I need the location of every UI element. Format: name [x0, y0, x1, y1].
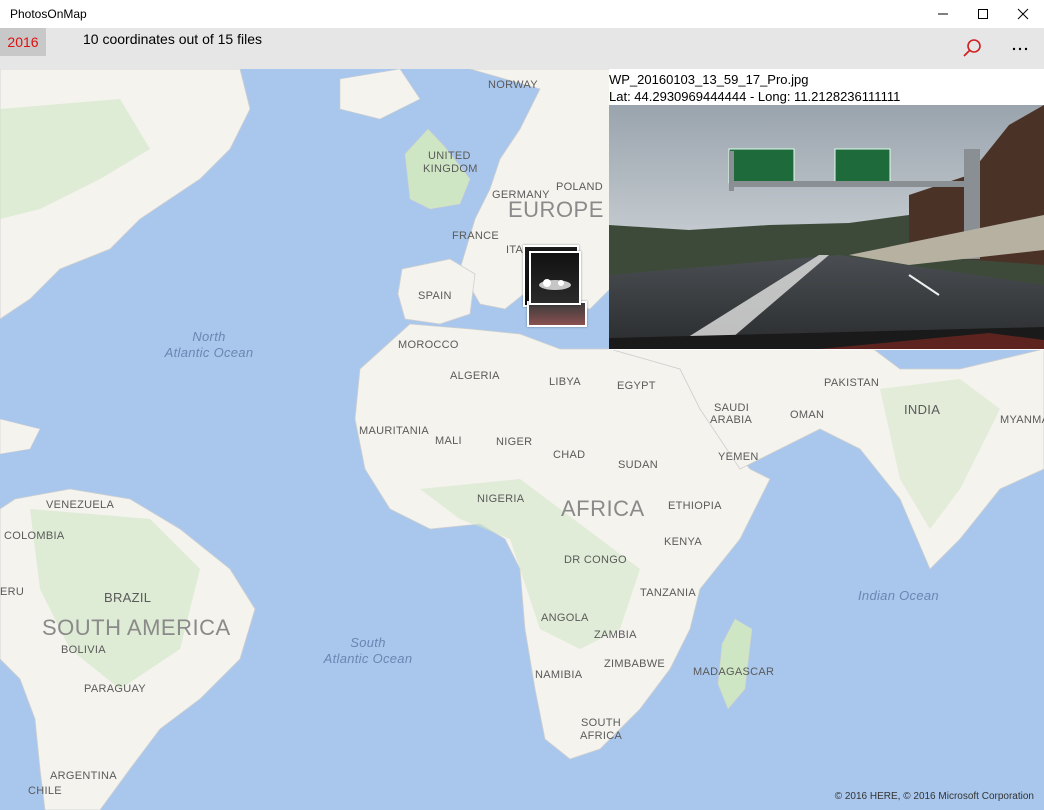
label-north-atlantic: North Atlantic Ocean [150, 329, 268, 361]
label-morocco: MOROCCO [398, 339, 459, 351]
label-oman: OMAN [790, 409, 825, 421]
status-text: 10 coordinates out of 15 files [83, 31, 263, 47]
label-south-africa-2: AFRICA [580, 730, 623, 742]
label-south-africa-1: SOUTH [581, 717, 621, 729]
search-button[interactable] [956, 33, 988, 65]
label-madagascar: MADAGASCAR [693, 666, 775, 678]
label-sudan: SUDAN [618, 459, 659, 471]
photo-thumbnail [539, 279, 571, 290]
map-copyright: © 2016 HERE, © 2016 Microsoft Corporatio… [834, 791, 1034, 802]
label-south-atlantic-line2: Atlantic Ocean [323, 651, 413, 666]
label-poland: POLAND [556, 181, 604, 193]
label-niger: NIGER [496, 436, 533, 448]
label-angola: ANGOLA [541, 612, 589, 624]
window-title: PhotosOnMap [10, 7, 87, 21]
label-pakistan: PAKISTAN [824, 377, 880, 389]
close-button[interactable] [1000, 0, 1044, 28]
label-south-america: SOUTH AMERICA [42, 615, 231, 640]
label-mali: MALI [435, 435, 462, 447]
photo-marker[interactable] [529, 251, 581, 305]
label-india: INDIA [904, 402, 941, 417]
label-europe: EUROPE [508, 197, 604, 222]
label-saudi-2: ARABIA [710, 414, 753, 426]
photo-highway-image [609, 105, 1044, 349]
label-brazil: BRAZIL [104, 590, 152, 605]
label-paraguay: PARAGUAY [84, 683, 146, 695]
label-peru: ERU [0, 586, 25, 598]
label-libya: LIBYA [549, 376, 581, 388]
label-colombia: COLOMBIA [4, 530, 65, 542]
label-algeria: ALGERIA [450, 370, 500, 382]
command-bar: 2016 10 coordinates out of 15 files [0, 28, 1044, 69]
label-mauritania: MAURITANIA [359, 425, 430, 437]
label-uk-1: UNITED [428, 150, 471, 162]
more-icon [1012, 47, 1028, 51]
label-south-atlantic: South Atlantic Ocean [308, 635, 428, 667]
year-filter-button[interactable]: 2016 [0, 28, 46, 56]
label-chile: CHILE [28, 785, 62, 797]
minimize-icon [938, 13, 948, 15]
search-icon [963, 39, 981, 57]
label-north-atlantic-line2: Atlantic Ocean [164, 345, 254, 360]
label-indian-ocean: Indian Ocean [858, 588, 939, 603]
photo-filename: WP_20160103_13_59_17_Pro.jpg [609, 72, 809, 87]
label-south-atlantic-line1: South [350, 635, 386, 650]
photo-image[interactable] [609, 105, 1044, 349]
label-dr-congo: DR CONGO [564, 554, 627, 566]
label-venezuela: VENEZUELA [46, 499, 115, 511]
world-map[interactable]: NORWAY UNITED KINGDOM GERMANY POLAND EUR… [0, 69, 1044, 810]
maximize-icon [978, 9, 988, 19]
label-france: FRANCE [452, 230, 500, 242]
label-zambia: ZAMBIA [594, 629, 637, 641]
title-bar: PhotosOnMap [0, 0, 1044, 29]
label-ethiopia: ETHIOPIA [668, 500, 722, 512]
label-saudi-1: SAUDI [714, 402, 750, 414]
photo-preview-panel: WP_20160103_13_59_17_Pro.jpg Lat: 44.293… [609, 69, 1044, 350]
label-egypt: EGYPT [617, 380, 656, 392]
label-tanzania: TANZANIA [640, 587, 696, 599]
label-argentina: ARGENTINA [50, 770, 117, 782]
photo-coordinates: Lat: 44.2930969444444 - Long: 11.2128236… [609, 89, 901, 104]
label-africa: AFRICA [561, 496, 645, 521]
label-kenya: KENYA [664, 536, 702, 548]
label-uk-2: KINGDOM [423, 163, 478, 175]
label-myanmar: MYANMA [1000, 414, 1044, 426]
label-north-atlantic-line1: North [192, 329, 226, 344]
label-namibia: NAMIBIA [535, 669, 583, 681]
label-bolivia: BOLIVIA [61, 644, 106, 656]
label-norway: NORWAY [488, 79, 538, 91]
label-spain: SPAIN [418, 290, 452, 302]
label-yemen: YEMEN [718, 451, 759, 463]
label-chad: CHAD [553, 449, 586, 461]
label-nigeria: NIGERIA [477, 493, 525, 505]
more-options-button[interactable] [1004, 33, 1036, 65]
label-zimbabwe: ZIMBABWE [604, 658, 666, 670]
close-icon [1017, 8, 1029, 20]
